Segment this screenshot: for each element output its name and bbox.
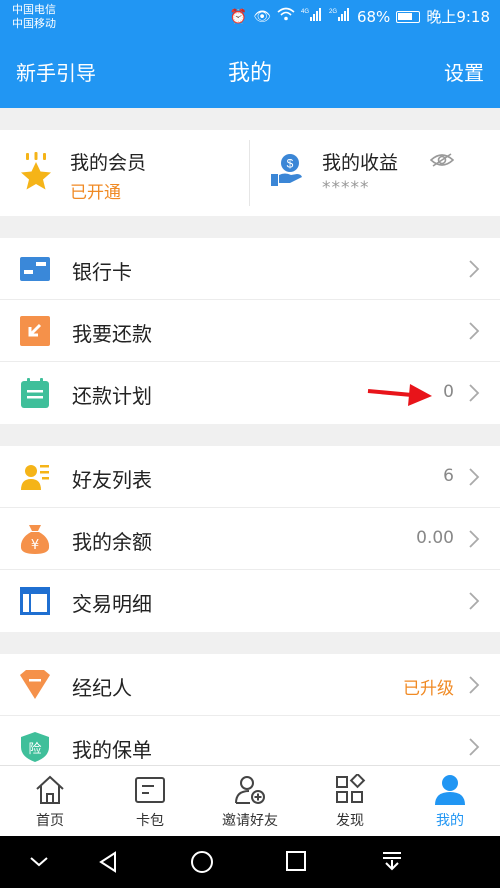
- hide-eye-icon[interactable]: [430, 152, 454, 168]
- list-item-label: 我的余额: [72, 530, 152, 554]
- my-income[interactable]: $ 我的收益 *****: [250, 130, 500, 216]
- agent-icon: [20, 670, 50, 699]
- chevron-right-icon: [469, 468, 480, 486]
- list-item-value: 0.00: [416, 528, 454, 548]
- status-icons: ⏰ 👁 4G 2G 68% 晚上9:18: [230, 6, 490, 27]
- list-item-label: 好友列表: [72, 468, 152, 492]
- carrier-2: 中国移动: [12, 17, 56, 30]
- chevron-right-icon: [469, 676, 480, 694]
- discover-icon: [336, 774, 366, 803]
- system-navigation-bar: [0, 836, 500, 888]
- chevron-right-icon: [469, 322, 480, 340]
- list-item-label: 我的保单: [72, 738, 152, 762]
- list-item-label: 我要还款: [72, 322, 152, 346]
- chevron-right-icon: [469, 738, 480, 756]
- bottom-tab-bar: 首页 卡包 邀请好友 发现 我的: [0, 765, 500, 836]
- calendar-icon: [21, 378, 49, 408]
- membership-status: 已开通: [70, 183, 121, 203]
- profile-icon: [435, 775, 465, 805]
- chevron-right-icon: [469, 260, 480, 278]
- list-item-repay[interactable]: 我要还款: [0, 300, 500, 362]
- eye-icon: 👁: [253, 8, 271, 25]
- home-circle-icon[interactable]: [190, 850, 214, 874]
- list-item-label: 交易明细: [72, 592, 152, 616]
- net-label-4g: 4G: [301, 9, 309, 15]
- status-bar: 中国电信 中国移动 ⏰ 👁 4G 2G 68% 晚上9:18: [0, 0, 500, 33]
- collapse-chevron-icon[interactable]: [28, 850, 50, 872]
- list-item-bank-card[interactable]: 银行卡: [0, 238, 500, 300]
- wifi-icon: [277, 7, 295, 26]
- my-membership[interactable]: 我的会员 已开通: [0, 130, 249, 216]
- tab-card-wallet[interactable]: 卡包: [100, 766, 200, 837]
- menu-group-3: 经纪人 已升级 险 我的保单: [0, 654, 500, 778]
- battery-percent: 68%: [356, 7, 391, 26]
- tab-discover[interactable]: 发现: [300, 766, 400, 837]
- card-wallet-icon: [135, 777, 165, 803]
- chevron-right-icon: [469, 592, 480, 610]
- list-item-friends[interactable]: 好友列表 6: [0, 446, 500, 508]
- list-item-label: 银行卡: [72, 260, 132, 284]
- list-item-label: 还款计划: [72, 384, 152, 408]
- net-label-2g: 2G: [329, 9, 337, 15]
- tab-home[interactable]: 首页: [0, 766, 100, 837]
- money-bag-icon: ¥: [20, 525, 50, 554]
- insurance-icon: 险: [21, 732, 49, 762]
- tab-invite-friend[interactable]: 邀请好友: [200, 766, 300, 837]
- invite-friend-icon: [235, 776, 265, 804]
- income-value: *****: [322, 178, 370, 198]
- notification-pull-icon[interactable]: [380, 850, 404, 874]
- back-icon[interactable]: [96, 850, 120, 874]
- 2g-signal-icon: 2G: [329, 7, 351, 26]
- alarm-icon: ⏰: [229, 8, 248, 25]
- clock: 晚上9:18: [426, 8, 490, 26]
- svg-text:¥: ¥: [31, 538, 39, 553]
- tab-profile[interactable]: 我的: [400, 766, 500, 837]
- carrier-info: 中国电信 中国移动: [12, 3, 56, 31]
- tab-label: 首页: [36, 813, 64, 829]
- chevron-right-icon: [469, 530, 480, 548]
- battery-icon: [396, 10, 421, 23]
- friends-icon: [21, 465, 49, 490]
- recents-icon[interactable]: [285, 850, 307, 872]
- page-title: 我的: [227, 61, 272, 86]
- member-card: 我的会员 已开通 $ 我的收益 *****: [0, 130, 500, 216]
- income-hand-icon: $: [271, 154, 302, 186]
- tab-label: 我的: [436, 813, 464, 829]
- list-item-value: 已升级: [403, 679, 454, 699]
- list-item-transactions[interactable]: 交易明细: [0, 570, 500, 632]
- settings-button[interactable]: 设置: [444, 57, 484, 86]
- app-header: 新手引导 我的 设置: [0, 33, 500, 108]
- list-item-agent[interactable]: 经纪人 已升级: [0, 654, 500, 716]
- menu-group-2: 好友列表 6 ¥ 我的余额 0.00 交易明细: [0, 446, 500, 632]
- svg-text:险: 险: [28, 742, 41, 757]
- tab-label: 发现: [336, 813, 364, 829]
- vip-star-icon: [21, 152, 51, 190]
- repay-icon: [20, 316, 50, 346]
- carrier-1: 中国电信: [12, 3, 56, 16]
- transactions-icon: [20, 587, 50, 615]
- red-arrow-annotation: [367, 384, 432, 406]
- list-item-value: 0: [443, 382, 454, 402]
- tab-label: 邀请好友: [222, 813, 278, 829]
- bank-card-icon: [20, 257, 50, 281]
- list-item-balance[interactable]: ¥ 我的余额 0.00: [0, 508, 500, 570]
- home-icon: [36, 775, 64, 804]
- svg-text:$: $: [287, 157, 294, 171]
- tab-label: 卡包: [136, 813, 164, 829]
- chevron-right-icon: [469, 384, 480, 402]
- 4g-signal-icon: 4G: [301, 7, 323, 26]
- list-item-label: 经纪人: [72, 676, 132, 700]
- income-title: 我的收益: [322, 152, 399, 174]
- membership-title: 我的会员: [70, 152, 147, 174]
- list-item-value: 6: [443, 466, 454, 486]
